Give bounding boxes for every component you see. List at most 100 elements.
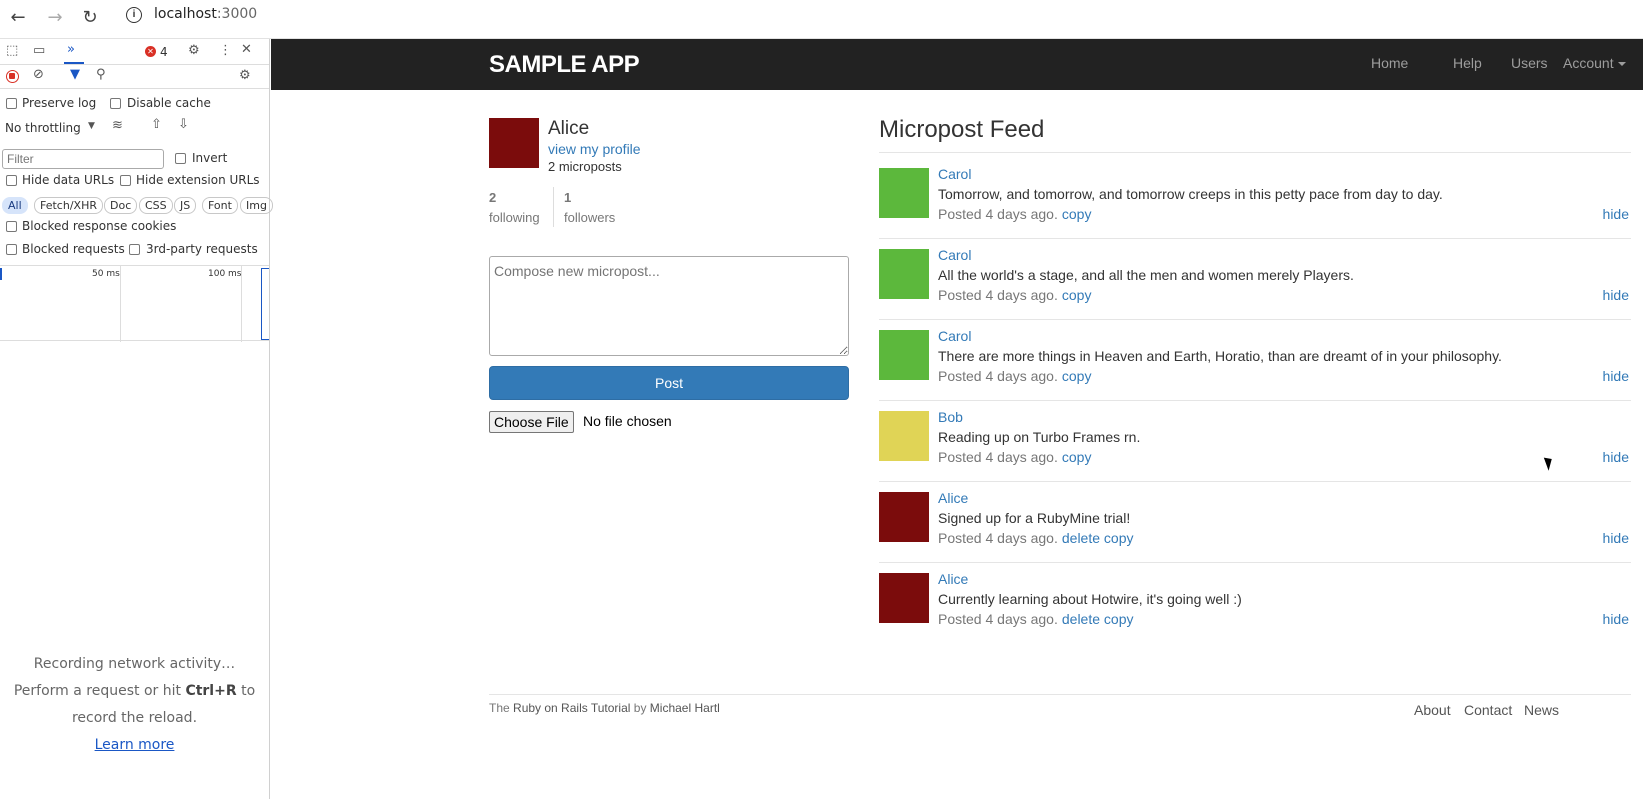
micropost-avatar[interactable] <box>879 492 929 542</box>
more-tabs-icon[interactable]: » <box>67 42 75 57</box>
nav-help[interactable]: Help <box>1453 55 1482 71</box>
error-icon[interactable]: ✕ <box>145 46 156 57</box>
export-har-icon[interactable]: ⇩ <box>178 117 189 132</box>
micropost-avatar[interactable] <box>879 411 929 461</box>
address-bar[interactable]: localhost:3000 <box>154 6 257 22</box>
invert-checkbox[interactable] <box>175 153 186 164</box>
learn-more-link[interactable]: Learn more <box>95 737 175 753</box>
recording-line-1: Recording network activity… <box>33 656 236 672</box>
forward-icon[interactable]: → <box>43 6 67 30</box>
nav-account[interactable]: Account <box>1563 55 1626 71</box>
micropost-hide-link[interactable]: hide <box>1603 611 1629 627</box>
micropost-actions[interactable]: copy <box>1062 287 1092 303</box>
micropost-avatar[interactable] <box>879 573 929 623</box>
chip-js[interactable]: JS <box>174 197 197 214</box>
chip-img[interactable]: Img <box>240 197 273 214</box>
micropost-user-link[interactable]: Carol <box>938 247 971 263</box>
chip-fetch-xhr[interactable]: Fetch/XHR <box>34 197 103 214</box>
network-settings-icon[interactable]: ⚙ <box>239 68 251 83</box>
hide-extension-urls-checkbox[interactable] <box>120 175 131 186</box>
rails-tutorial-link[interactable]: Ruby on Rails Tutorial <box>513 701 630 715</box>
micropost-avatar[interactable] <box>879 330 929 380</box>
micropost-actions[interactable]: delete copy <box>1062 611 1134 627</box>
throttling-select[interactable]: No throttling <box>5 121 81 135</box>
close-devtools-icon[interactable]: ✕ <box>241 42 252 57</box>
chip-css[interactable]: CSS <box>139 197 173 214</box>
file-status: No file chosen <box>583 413 672 429</box>
nav-home[interactable]: Home <box>1371 55 1408 71</box>
view-profile-link[interactable]: view my profile <box>548 141 641 157</box>
chip-doc[interactable]: Doc <box>104 197 138 214</box>
micropost-user-link[interactable]: Alice <box>938 490 968 506</box>
chip-all[interactable]: All <box>2 197 28 214</box>
app-logo[interactable]: SAMPLE APP <box>489 51 640 79</box>
compose-micropost-textarea[interactable] <box>489 256 849 356</box>
micropost-avatar[interactable] <box>879 168 929 218</box>
feed-row-divider <box>879 238 1631 239</box>
feed-title: Micropost Feed <box>879 116 1045 143</box>
micropost-content: There are more things in Heaven and Eart… <box>938 348 1502 364</box>
micropost-actions[interactable]: copy <box>1062 449 1092 465</box>
network-timeline[interactable]: 50 ms 100 ms <box>0 265 269 342</box>
micropost-actions[interactable]: copy <box>1062 368 1092 384</box>
hide-extension-urls-label: Hide extension URLs <box>136 173 260 187</box>
micropost-avatar[interactable] <box>879 249 929 299</box>
third-party-label: 3rd-party requests <box>146 242 258 256</box>
micropost-user-link[interactable]: Alice <box>938 571 968 587</box>
record-icon[interactable] <box>6 70 19 83</box>
import-har-icon[interactable]: ⇧ <box>151 117 162 132</box>
dropdown-arrow-icon[interactable]: ▼ <box>88 121 95 131</box>
following-label: following <box>489 210 540 225</box>
blocked-cookies-checkbox[interactable] <box>6 221 17 232</box>
hide-data-urls-checkbox[interactable] <box>6 175 17 186</box>
following-stat[interactable]: 2 following <box>489 188 540 228</box>
footer-about-link[interactable]: About <box>1414 702 1451 718</box>
footer-news-link[interactable]: News <box>1524 702 1559 718</box>
user-name: Alice <box>548 118 590 139</box>
micropost-hide-link[interactable]: hide <box>1603 287 1629 303</box>
preserve-log-checkbox[interactable] <box>6 98 17 109</box>
micropost-hide-link[interactable]: hide <box>1603 530 1629 546</box>
micropost-hide-link[interactable]: hide <box>1603 449 1629 465</box>
more-options-icon[interactable]: ⋮ <box>219 43 232 58</box>
third-party-checkbox[interactable] <box>129 244 140 255</box>
user-avatar[interactable] <box>489 118 539 168</box>
micropost-timestamp: Posted 4 days ago. <box>938 206 1058 222</box>
back-icon[interactable]: ← <box>6 6 30 30</box>
reload-icon[interactable]: ↻ <box>78 6 102 30</box>
disable-cache-checkbox[interactable] <box>110 98 121 109</box>
hide-data-urls-label: Hide data URLs <box>22 173 115 187</box>
footer-contact-link[interactable]: Contact <box>1464 702 1512 718</box>
clear-icon[interactable]: ⊘ <box>33 67 44 82</box>
micropost-user-link[interactable]: Carol <box>938 166 971 182</box>
device-toolbar-icon[interactable]: ▭ <box>33 43 45 58</box>
micropost-meta: Posted 4 days ago. copy <box>938 368 1091 384</box>
filter-icon[interactable]: ▼ <box>70 67 80 82</box>
micropost-user-link[interactable]: Bob <box>938 409 963 425</box>
settings-gear-icon[interactable]: ⚙ <box>188 43 200 58</box>
error-count[interactable]: 4 <box>160 45 168 59</box>
author-link[interactable]: Michael Hartl <box>650 701 720 715</box>
search-icon[interactable]: ⚲ <box>96 67 106 82</box>
stats-divider <box>553 187 554 227</box>
timeline-overflow-handle[interactable] <box>261 268 269 340</box>
site-info-icon[interactable]: i <box>126 7 142 23</box>
blocked-requests-checkbox[interactable] <box>6 244 17 255</box>
filter-input[interactable] <box>2 149 164 169</box>
choose-file-button[interactable]: Choose File <box>489 411 574 433</box>
post-button[interactable]: Post <box>489 366 849 400</box>
followers-stat[interactable]: 1 followers <box>564 188 615 228</box>
network-conditions-icon[interactable]: ≋ <box>112 118 123 133</box>
chip-font[interactable]: Font <box>202 197 238 214</box>
micropost-actions[interactable]: copy <box>1062 206 1092 222</box>
recording-line-2-end: to <box>236 683 256 699</box>
micropost-user-link[interactable]: Carol <box>938 328 971 344</box>
micropost-hide-link[interactable]: hide <box>1603 368 1629 384</box>
nav-account-label: Account <box>1563 55 1614 71</box>
nav-users[interactable]: Users <box>1511 55 1548 71</box>
micropost-actions[interactable]: delete copy <box>1062 530 1134 546</box>
micropost-hide-link[interactable]: hide <box>1603 206 1629 222</box>
tick-label-100ms: 100 ms <box>208 269 242 279</box>
micropost-count: 2 microposts <box>548 159 622 174</box>
inspect-element-icon[interactable]: ⬚ <box>6 43 18 58</box>
